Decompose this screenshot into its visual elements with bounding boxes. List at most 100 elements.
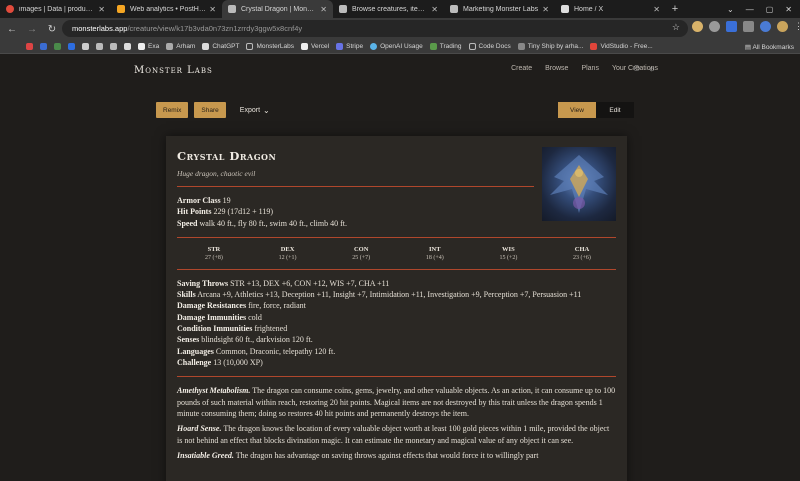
bookmark-favicon-icon	[429, 43, 437, 50]
bookmark-icon-only[interactable]	[110, 43, 117, 50]
export-dropdown[interactable]: Export ⌄	[240, 106, 270, 115]
view-button[interactable]: View	[558, 102, 596, 118]
url-input[interactable]: monsterlabs.app/creature/view/k17b3vda0n…	[62, 20, 688, 37]
nav-create[interactable]: Create	[511, 65, 532, 72]
bookmark-favicon-icon	[110, 43, 117, 50]
bookmark-vercel[interactable]: Vercel	[301, 43, 329, 50]
trait-hoard-sense: Hoard Sense. The dragon knows the locati…	[177, 424, 610, 445]
tab-favicon-icon	[228, 5, 236, 13]
gmail-icon	[26, 43, 33, 50]
tab-marketing[interactable]: Marketing Monster Labs ✕	[444, 0, 555, 18]
bookmark-favicon-icon	[138, 43, 145, 50]
bookmark-vidstudio[interactable]: VidStudio - Free...	[590, 43, 653, 50]
tab-favicon-icon	[450, 5, 458, 13]
all-bookmarks-button[interactable]: ▤ All Bookmarks	[745, 43, 794, 51]
window-controls: ⌄ — ▢ ✕	[727, 0, 800, 18]
reload-icon[interactable]: ↻	[44, 21, 60, 37]
brand-logo[interactable]: Monster Labs	[134, 65, 213, 76]
tab-x-home[interactable]: Home / X ✕	[555, 0, 666, 18]
bookmark-icon-only[interactable]	[40, 43, 47, 50]
ability-str: STR 27 (+8)	[205, 245, 223, 261]
minimize-icon[interactable]: —	[746, 5, 754, 14]
ability-scores: STR 27 (+8) DEX 12 (+1) CON 25 (+7) INT 18 (…	[177, 246, 616, 261]
x-logo-icon	[561, 5, 569, 13]
bookmark-icon-only[interactable]	[82, 43, 89, 50]
bookmark-monsterlabs[interactable]: MonsterLabs	[246, 43, 294, 50]
condition-immunities-line: Condition Immunities frightened	[177, 324, 288, 334]
close-icon[interactable]: ✕	[209, 5, 216, 14]
tab-images[interactable]: images | Data | production ✕	[0, 0, 111, 18]
tab-crystal-dragon[interactable]: Crystal Dragon | Monster L ✕	[222, 0, 333, 18]
bookmark-exa[interactable]: Exa	[138, 43, 159, 50]
bookmark-arham[interactable]: Arham	[166, 43, 195, 50]
ability-con: CON 25 (+7)	[352, 245, 371, 261]
dragon-image-icon	[550, 155, 608, 213]
trait-amethyst-metabolism: Amethyst Metabolism. The dragon can cons…	[177, 386, 616, 419]
challenge-line: Challenge 13 (10,000 XP)	[177, 357, 263, 367]
bookmark-stripe[interactable]: Stripe	[336, 43, 363, 50]
user-icon[interactable]: ⚇	[633, 64, 640, 73]
bookmark-favicon-icon	[54, 43, 61, 50]
bookmarks-bar: Exa Arham ChatGPT MonsterLabs Vercel Str…	[0, 40, 800, 54]
trait-insatiable-greed: Insatiable Greed. The dragon has advanta…	[177, 451, 539, 461]
bookmark-tiny-ship[interactable]: Tiny Ship by arha...	[517, 43, 583, 50]
profile-avatar-icon[interactable]	[777, 21, 788, 32]
close-icon[interactable]: ✕	[98, 5, 105, 14]
address-bar-row: ← → ↻ monsterlabs.app/creature/view/k17b…	[0, 18, 800, 40]
damage-resistances-line: Damage Resistances fire, force, radiant	[177, 301, 306, 311]
creature-portrait[interactable]	[542, 147, 616, 221]
site-nav-icons: ⚇ ☼	[633, 64, 656, 73]
chevron-down-icon: ⌄	[263, 105, 270, 115]
close-icon[interactable]: ✕	[542, 5, 549, 14]
bookmark-favicon-icon	[96, 43, 103, 50]
chevron-down-icon[interactable]: ⌄	[727, 5, 734, 14]
extension-icon[interactable]	[726, 21, 737, 32]
remix-button[interactable]: Remix	[156, 102, 189, 118]
extension-icon[interactable]	[760, 21, 771, 32]
bookmark-favicon-icon	[202, 43, 210, 50]
url-path: /creature/view/k17b3vda0n73zn1zrrdy3ggw5…	[127, 24, 303, 33]
nav-browse[interactable]: Browse	[545, 65, 568, 72]
close-icon[interactable]: ✕	[431, 5, 438, 14]
site-page: Monster Labs Create Browse Plans Your Cr…	[0, 54, 800, 481]
star-icon[interactable]: ☆	[672, 22, 680, 33]
close-icon[interactable]: ✕	[653, 5, 660, 14]
browser-tab-bar: images | Data | production ✕ Web analytic…	[0, 0, 800, 18]
bookmark-favicon-icon	[517, 43, 525, 50]
new-tab-button[interactable]: +	[666, 0, 684, 18]
close-window-icon[interactable]: ✕	[785, 5, 792, 14]
bookmark-icon-only[interactable]	[26, 43, 33, 50]
folder-icon	[246, 43, 254, 50]
ability-wis: WIS 15 (+2)	[499, 245, 518, 261]
bookmark-icon-only[interactable]	[124, 43, 131, 50]
extension-icon[interactable]	[692, 21, 703, 32]
bookmark-favicon-icon	[166, 43, 174, 50]
edit-button[interactable]: Edit	[596, 102, 634, 118]
extensions-row: ⋮	[692, 21, 800, 32]
bookmark-icon-only[interactable]	[96, 43, 103, 50]
extension-icon[interactable]	[709, 21, 720, 32]
languages-line: Languages Common, Draconic, telepathy 12…	[177, 346, 336, 356]
tab-posthog[interactable]: Web analytics • PostHog ✕	[111, 0, 222, 18]
divider	[177, 236, 616, 238]
back-arrow-icon[interactable]: ←	[4, 21, 20, 37]
menu-icon[interactable]: ⋮	[794, 21, 800, 32]
maximize-icon[interactable]: ▢	[766, 5, 774, 14]
forward-arrow-icon[interactable]: →	[24, 21, 40, 37]
skills-line: Skills Arcana +9, Athletics +13, Decepti…	[177, 290, 582, 300]
sun-icon[interactable]: ☼	[648, 64, 655, 73]
bookmark-icon-only[interactable]	[54, 43, 61, 50]
bookmark-code-docs[interactable]: Code Docs	[468, 43, 511, 50]
bookmark-icon-only[interactable]	[68, 43, 75, 50]
creature-toolbar: Remix Share Export ⌄	[156, 102, 270, 118]
divider	[177, 376, 616, 378]
bookmark-chatgpt[interactable]: ChatGPT	[202, 43, 239, 50]
bookmark-trading[interactable]: Trading	[429, 43, 462, 50]
tab-browse-creatures[interactable]: Browse creatures, items, a ✕	[333, 0, 444, 18]
bookmark-openai-usage[interactable]: OpenAI Usage	[370, 43, 423, 50]
close-icon[interactable]: ✕	[320, 5, 327, 14]
traits-block: Amethyst Metabolism. The dragon can cons…	[177, 385, 616, 461]
nav-plans[interactable]: Plans	[581, 65, 599, 72]
puzzle-icon[interactable]	[743, 21, 754, 32]
share-button[interactable]: Share	[194, 102, 226, 118]
